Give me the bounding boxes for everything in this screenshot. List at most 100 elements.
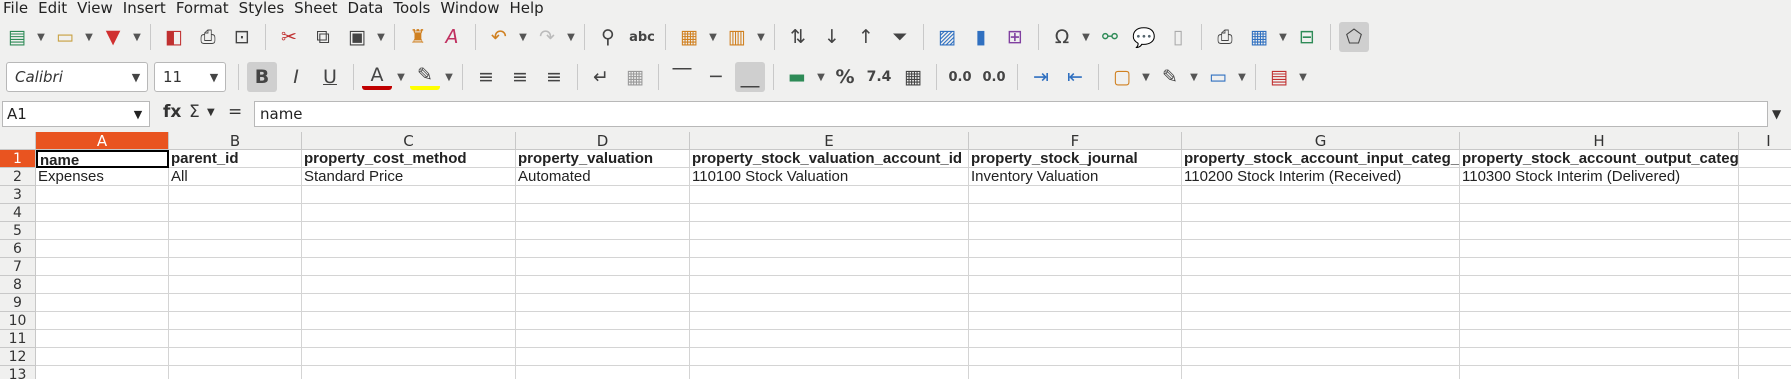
function-wizard-icon[interactable]: fx (163, 102, 181, 122)
cell-i11[interactable] (1739, 330, 1791, 348)
column-header-a[interactable]: A (36, 132, 169, 150)
cell-f11[interactable] (969, 330, 1182, 348)
name-box[interactable]: A1 ▼ (2, 101, 150, 127)
cell-a4[interactable] (36, 204, 169, 222)
cell-b10[interactable] (169, 312, 302, 330)
cell-f5[interactable] (969, 222, 1182, 240)
row-header-11[interactable]: 11 (0, 330, 36, 348)
conditional-format-icon[interactable]: ▤ (1264, 62, 1294, 92)
show-draw-functions-icon[interactable]: ⬠ (1339, 22, 1369, 52)
row-header-2[interactable]: 2 (0, 168, 36, 186)
cell-b4[interactable] (169, 204, 302, 222)
font-color-dropdown-icon[interactable]: ▼ (394, 62, 408, 92)
cell-i6[interactable] (1739, 240, 1791, 258)
paste-dropdown-icon[interactable]: ▼ (374, 22, 388, 52)
spreadsheet-grid[interactable]: A B C D E F G H I 1 name parent_id property_cost_met… (0, 132, 1791, 379)
cell-a8[interactable] (36, 276, 169, 294)
insert-chart-icon[interactable]: ▮ (966, 22, 996, 52)
insert-image-icon[interactable]: ▨ (932, 22, 962, 52)
currency-dropdown-icon[interactable]: ▼ (814, 62, 828, 92)
chevron-down-icon[interactable]: ▼ (127, 108, 149, 121)
freeze-rows-columns-icon[interactable]: ▦ (1244, 22, 1274, 52)
cell-c2[interactable]: Standard Price (302, 168, 516, 186)
conditional-format-dropdown-icon[interactable]: ▼ (1296, 62, 1310, 92)
add-decimal-place-icon[interactable]: 0.0 (945, 62, 975, 92)
cell-b3[interactable] (169, 186, 302, 204)
cell-c11[interactable] (302, 330, 516, 348)
highlight-dropdown-icon[interactable]: ▼ (442, 62, 456, 92)
menu-edit[interactable]: Edit (35, 0, 74, 17)
cell-f10[interactable] (969, 312, 1182, 330)
column-header-d[interactable]: D (516, 132, 690, 150)
new-document-icon[interactable]: ▤ (2, 22, 32, 52)
delete-decimal-place-icon[interactable]: 0.0 (979, 62, 1009, 92)
cell-a11[interactable] (36, 330, 169, 348)
cell-g6[interactable] (1182, 240, 1460, 258)
number-format-icon[interactable]: 7.4 (864, 62, 894, 92)
undo-dropdown-icon[interactable]: ▼ (516, 22, 530, 52)
increase-indent-icon[interactable]: ⇥ (1026, 62, 1056, 92)
cell-b8[interactable] (169, 276, 302, 294)
cell-b13[interactable] (169, 366, 302, 379)
cell-h7[interactable] (1460, 258, 1739, 276)
border-style-dropdown-icon[interactable]: ▼ (1187, 62, 1201, 92)
cell-h12[interactable] (1460, 348, 1739, 366)
formula-input[interactable]: name (254, 101, 1768, 127)
wrap-text-icon[interactable]: ↵ (586, 62, 616, 92)
cell-g5[interactable] (1182, 222, 1460, 240)
merge-cells-icon[interactable]: ▦ (620, 62, 650, 92)
border-color-icon[interactable]: ▭ (1203, 62, 1233, 92)
cell-f7[interactable] (969, 258, 1182, 276)
redo-icon[interactable]: ↷ (532, 22, 562, 52)
menu-view[interactable]: View (74, 0, 120, 17)
cell-g10[interactable] (1182, 312, 1460, 330)
cell-d7[interactable] (516, 258, 690, 276)
font-name-combo[interactable]: Calibri ▼ (6, 62, 148, 92)
split-window-icon[interactable]: ⊟ (1292, 22, 1322, 52)
cell-h4[interactable] (1460, 204, 1739, 222)
percent-format-icon[interactable]: % (830, 62, 860, 92)
cell-g11[interactable] (1182, 330, 1460, 348)
cell-c8[interactable] (302, 276, 516, 294)
cell-d5[interactable] (516, 222, 690, 240)
align-bottom-icon[interactable]: ⎽ (735, 62, 765, 92)
menu-styles[interactable]: Styles (236, 0, 292, 17)
define-print-area-icon[interactable]: ⎙ (1210, 22, 1240, 52)
open-folder-icon[interactable]: ▭ (50, 22, 80, 52)
row-header-9[interactable]: 9 (0, 294, 36, 312)
date-format-icon[interactable]: ▦ (898, 62, 928, 92)
cell-h2[interactable]: 110300 Stock Interim (Delivered) (1460, 168, 1739, 186)
border-style-icon[interactable]: ✎ (1155, 62, 1185, 92)
cell-c4[interactable] (302, 204, 516, 222)
cell-d3[interactable] (516, 186, 690, 204)
new-dropdown-icon[interactable]: ▼ (34, 22, 48, 52)
underline-icon[interactable]: U (315, 62, 345, 92)
undo-icon[interactable]: ↶ (484, 22, 514, 52)
cell-e3[interactable] (690, 186, 969, 204)
cell-h3[interactable] (1460, 186, 1739, 204)
cell-e6[interactable] (690, 240, 969, 258)
bold-icon[interactable]: B (247, 62, 277, 92)
cell-h1[interactable]: property_stock_account_output_categ_id (1460, 150, 1739, 168)
cell-g7[interactable] (1182, 258, 1460, 276)
column-header-f[interactable]: F (969, 132, 1182, 150)
cell-f6[interactable] (969, 240, 1182, 258)
row-header-3[interactable]: 3 (0, 186, 36, 204)
align-left-icon[interactable]: ≡ (471, 62, 501, 92)
cell-e9[interactable] (690, 294, 969, 312)
cell-g3[interactable] (1182, 186, 1460, 204)
cell-a10[interactable] (36, 312, 169, 330)
menu-help[interactable]: Help (506, 0, 550, 17)
cell-d10[interactable] (516, 312, 690, 330)
sort-ascending-icon[interactable]: ↓ (817, 22, 847, 52)
cell-e8[interactable] (690, 276, 969, 294)
sort-icon[interactable]: ⇅ (783, 22, 813, 52)
menu-tools[interactable]: Tools (390, 0, 437, 17)
clone-formatting-icon[interactable]: ♜ (403, 22, 433, 52)
cell-e13[interactable] (690, 366, 969, 379)
column-header-g[interactable]: G (1182, 132, 1460, 150)
cell-i5[interactable] (1739, 222, 1791, 240)
cell-b9[interactable] (169, 294, 302, 312)
clear-formatting-icon[interactable]: 𝘈 (437, 22, 467, 52)
cell-g12[interactable] (1182, 348, 1460, 366)
